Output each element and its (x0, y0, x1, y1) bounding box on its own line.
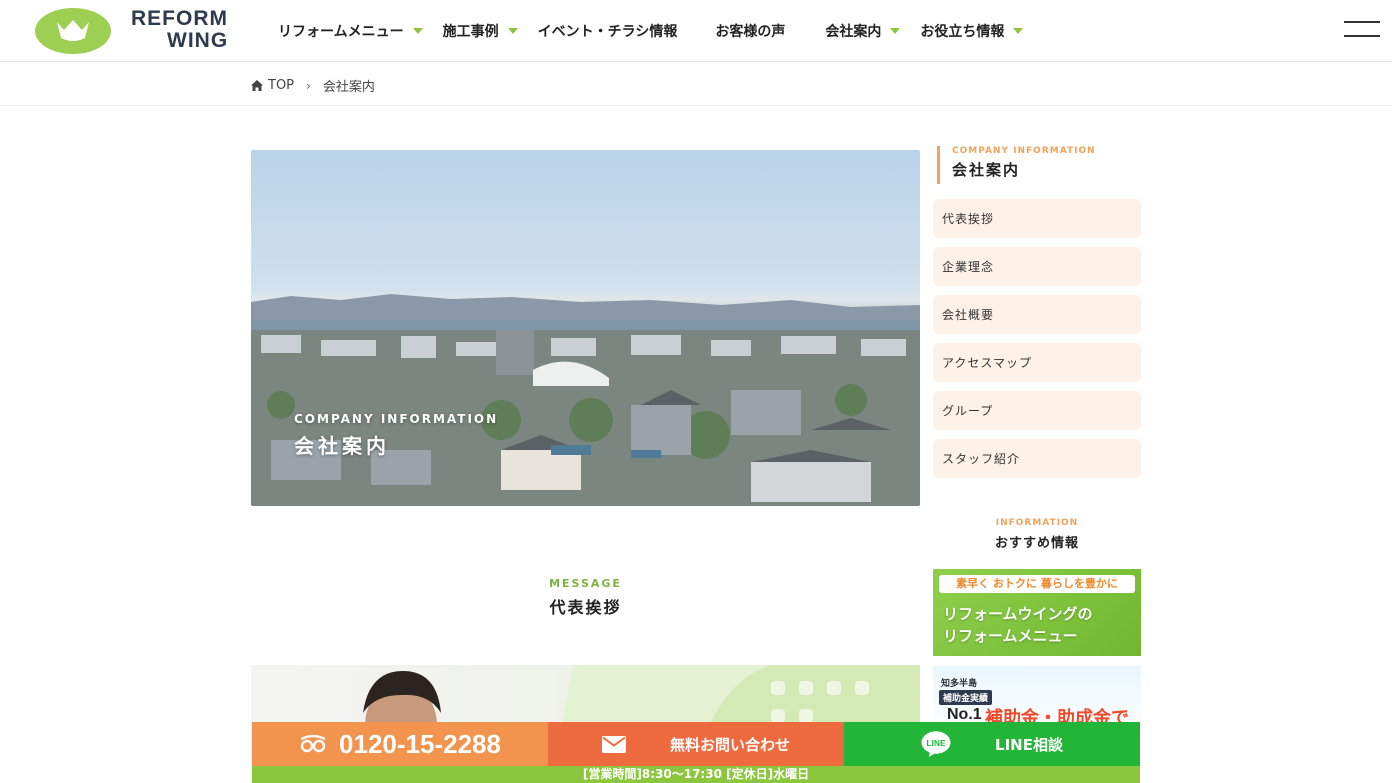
banner1-line2: リフォームメニュー (943, 627, 1078, 645)
sidebar-item-message[interactable]: 代表挨拶 (933, 199, 1141, 238)
banner1-line1: リフォームウイングの (943, 605, 1093, 623)
banner2-label: 補助金実績 (939, 690, 993, 705)
line-label: LINE相談 (995, 735, 1063, 754)
mail-icon (601, 735, 626, 753)
breadcrumb: TOP › 会社案内 (0, 62, 1392, 106)
banner1-tagline: 素早く おトクに 暮らしを豊かに (939, 575, 1135, 593)
nav-item-events[interactable]: イベント・チラシ情報 (538, 21, 678, 41)
nav-label: お客様の声 (715, 24, 786, 40)
message-heading: MESSAGE 代表挨拶 (251, 577, 920, 618)
global-nav: リフォームメニュー 施工事例 イベント・チラシ情報 お客様の声 会社案内 お役立… (278, 0, 1043, 62)
message-heading-en: MESSAGE (549, 577, 622, 590)
sidebar-item-overview[interactable]: 会社概要 (933, 295, 1141, 334)
hero-title-en: COMPANY INFORMATION (294, 412, 499, 426)
hero-label: COMPANY INFORMATION 会社案内 (294, 412, 498, 459)
nav-item-reform-menu[interactable]: リフォームメニュー (278, 21, 423, 41)
nav-item-works[interactable]: 施工事例 (443, 21, 518, 41)
dropdown-triangle-icon (507, 28, 518, 34)
sidebar-menu: 代表挨拶 企業理念 会社概要 アクセスマップ グループ スタッフ紹介 (933, 199, 1141, 487)
dropdown-triangle-icon (1013, 28, 1024, 34)
hero-title-ja: 会社案内 (294, 434, 390, 458)
contact-cta-button[interactable]: 無料お問い合わせ (548, 722, 844, 766)
reform-menu-banner[interactable]: 素早く おトクに 暮らしを豊かに リフォームウイングの リフォームメニュー (933, 569, 1141, 656)
info-heading-ja: おすすめ情報 (994, 536, 1079, 551)
dropdown-triangle-icon (890, 28, 901, 34)
phone-cta-button[interactable]: 0120-15-2288 (252, 722, 548, 766)
nav-label: イベント・チラシ情報 (537, 24, 678, 40)
sidebar-item-access-map[interactable]: アクセスマップ (933, 343, 1141, 382)
sidebar-item-staff[interactable]: スタッフ紹介 (933, 439, 1141, 478)
hamburger-bar (1344, 35, 1380, 37)
sidebar-title-en: COMPANY INFORMATION (952, 146, 1096, 156)
logo-text[interactable]: REFORM WING (131, 8, 228, 52)
phone-number: 0120-15-2288 (339, 728, 501, 759)
nav-label: お役立ち情報 (920, 24, 1005, 40)
nav-label: リフォームメニュー (278, 24, 404, 40)
nav-item-useful-info[interactable]: お役立ち情報 (920, 21, 1024, 41)
home-icon (251, 80, 263, 91)
hamburger-menu-icon[interactable] (1344, 21, 1380, 41)
nav-label: 会社案内 (825, 24, 882, 40)
banner2-region: 知多半島 (941, 679, 978, 689)
sidebar-title: COMPANY INFORMATION 会社案内 (937, 146, 1096, 184)
contact-label: 無料お問い合わせ (669, 735, 790, 754)
breadcrumb-separator: › (306, 78, 311, 93)
site-header: REFORM WING リフォームメニュー 施工事例 イベント・チラシ情報 お客… (0, 0, 1392, 62)
sidebar-item-group[interactable]: グループ (933, 391, 1141, 430)
line-icon-text: LINE (926, 738, 946, 748)
free-dial-icon (300, 735, 326, 753)
sidebar-title-ja: 会社案内 (952, 161, 1021, 179)
hero-image: COMPANY INFORMATION 会社案内 (251, 150, 920, 506)
logo-line1: REFORM (131, 7, 228, 30)
sidebar-item-philosophy[interactable]: 企業理念 (933, 247, 1141, 286)
info-heading-en: INFORMATION (995, 518, 1079, 528)
nav-item-company[interactable]: 会社案内 (825, 21, 901, 41)
dropdown-triangle-icon (412, 28, 423, 34)
logo-icon[interactable] (35, 8, 111, 54)
message-heading-ja: 代表挨拶 (549, 598, 622, 617)
nav-label: 施工事例 (442, 24, 499, 40)
breadcrumb-home-link[interactable]: TOP (268, 78, 294, 93)
business-hours: [営業時間]8:30～17:30 [定休日]水曜日 (252, 766, 1140, 783)
recommended-info-heading: INFORMATION おすすめ情報 (933, 518, 1141, 551)
line-app-icon: LINE (921, 731, 951, 757)
hamburger-bar (1344, 21, 1380, 23)
breadcrumb-current: 会社案内 (322, 80, 375, 95)
line-cta-button[interactable]: LINE LINE相談 (844, 722, 1140, 766)
logo-line2: WING (167, 29, 229, 52)
nav-item-voices[interactable]: お客様の声 (715, 21, 785, 41)
